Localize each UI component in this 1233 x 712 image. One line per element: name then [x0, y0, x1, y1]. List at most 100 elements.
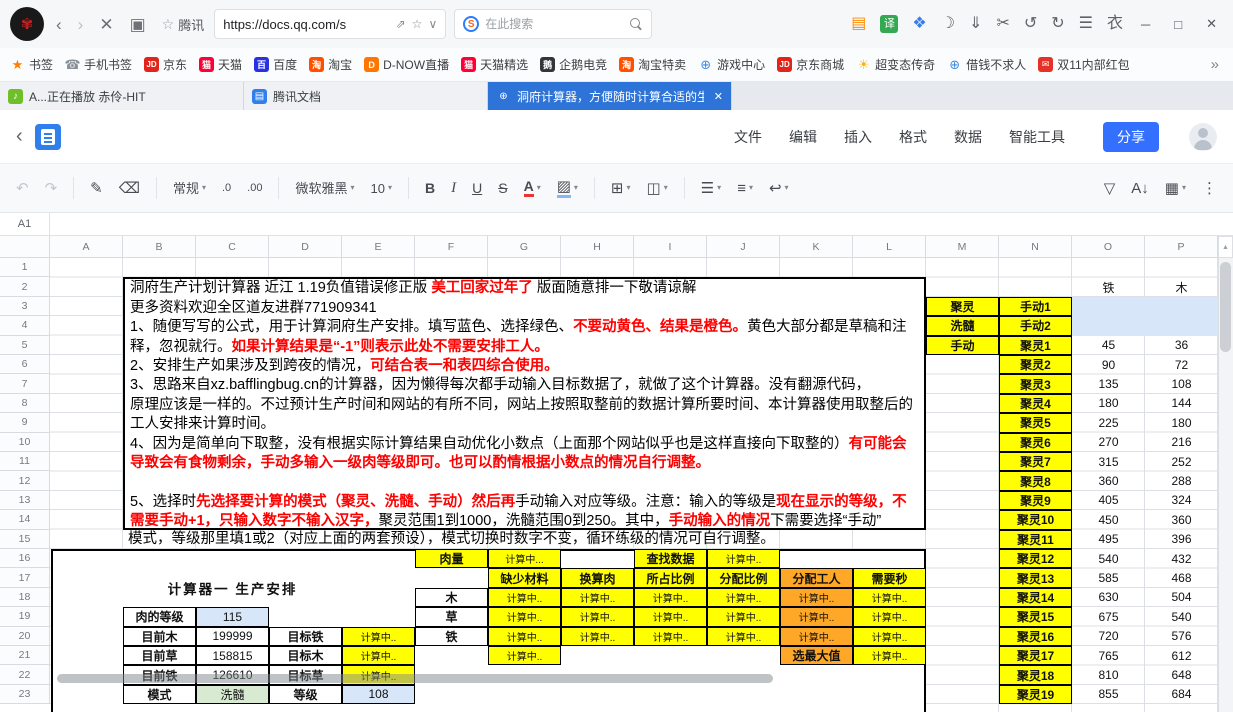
notes-cell[interactable]: 洞府生产计划计算器 近江 1.19负值错误修正版 美工回家过年了 版面随意排一下… [123, 277, 926, 529]
cell-D23[interactable]: 等级 [269, 685, 342, 704]
undo-icon[interactable]: ↶ [16, 181, 29, 196]
font-size-dropdown[interactable]: 10▾ [371, 182, 392, 195]
cell-B17[interactable]: 计算器一 生产安排 [123, 568, 342, 607]
cell-L21[interactable]: 计算中.. [853, 646, 926, 665]
bold-button[interactable]: B [425, 181, 435, 195]
stop-icon[interactable]: ✕ [99, 16, 113, 33]
cell-O2[interactable]: 铁 [1072, 277, 1145, 296]
site-favorite-chip[interactable]: ☆ 腾讯 [162, 15, 205, 34]
lookup-wood-聚灵2[interactable]: 72 [1145, 355, 1218, 374]
decrease-decimal-icon[interactable]: .0 [222, 183, 231, 194]
cell-I17[interactable]: 所占比例 [634, 568, 707, 587]
cell-K18[interactable]: 计算中.. [780, 588, 853, 607]
cell-F18[interactable]: 木 [415, 588, 488, 607]
column-header-K[interactable]: K [780, 236, 853, 258]
lookup-wood-聚灵18[interactable]: 648 [1145, 665, 1218, 684]
lookup-label-聚灵13[interactable]: 聚灵13 [999, 568, 1072, 587]
bookmark-item[interactable]: ⊕游戏中心 [698, 56, 765, 73]
cell-L18[interactable]: 计算中.. [853, 588, 926, 607]
cell-G20[interactable]: 计算中.. [488, 627, 561, 646]
cell-G17[interactable]: 缺少材料 [488, 568, 561, 587]
cell-G18[interactable]: 计算中.. [488, 588, 561, 607]
cell-L20[interactable]: 计算中.. [853, 627, 926, 646]
column-header-I[interactable]: I [634, 236, 707, 258]
cell-G19[interactable]: 计算中.. [488, 607, 561, 626]
row-header-8[interactable]: 8 [0, 394, 50, 413]
lookup-iron-聚灵17[interactable]: 765 [1072, 646, 1145, 665]
lookup-iron-聚灵16[interactable]: 720 [1072, 627, 1145, 646]
column-header-H[interactable]: H [561, 236, 634, 258]
lookup-wood-聚灵9[interactable]: 324 [1145, 491, 1218, 510]
lookup-iron-聚灵2[interactable]: 90 [1072, 355, 1145, 374]
cell-B23[interactable]: 模式 [123, 685, 196, 704]
bookmark-item[interactable]: 淘淘宝特卖 [619, 56, 686, 73]
cell-B21[interactable]: 目前草 [123, 646, 196, 665]
lookup-iron-聚灵3[interactable]: 135 [1072, 374, 1145, 393]
merge-cells-dropdown[interactable]: ◫▾ [647, 181, 668, 196]
cell-F19[interactable]: 草 [415, 607, 488, 626]
redo-icon[interactable]: ↷ [45, 181, 58, 196]
lookup-input-cells[interactable] [1072, 297, 1218, 336]
browser-tab[interactable]: ⊕洞府计算器，方便随时计算合适的生...✕ [488, 82, 732, 110]
column-header-F[interactable]: F [415, 236, 488, 258]
lookup-label-聚灵12[interactable]: 聚灵12 [999, 549, 1072, 568]
tab-close-icon[interactable]: ✕ [714, 90, 723, 103]
lookup-label-聚灵7[interactable]: 聚灵7 [999, 452, 1072, 471]
row-header-2[interactable]: 2 [0, 277, 50, 296]
row-header-20[interactable]: 20 [0, 627, 50, 646]
column-header-J[interactable]: J [707, 236, 780, 258]
italic-button[interactable]: I [451, 181, 456, 196]
cell-I19[interactable]: 计算中.. [634, 607, 707, 626]
cell-H18[interactable]: 计算中.. [561, 588, 634, 607]
lookup-wood-聚灵15[interactable]: 540 [1145, 607, 1218, 626]
bookmark-item[interactable]: ★书签 [10, 56, 53, 73]
url-dropdown-icon[interactable]: ∨ [428, 17, 437, 31]
lookup-label-聚灵2[interactable]: 聚灵2 [999, 355, 1072, 374]
lookup-iron-聚灵11[interactable]: 495 [1072, 530, 1145, 549]
lookup-iron-聚灵15[interactable]: 675 [1072, 607, 1145, 626]
row-header-13[interactable]: 13 [0, 491, 50, 510]
lookup-iron-聚灵12[interactable]: 540 [1072, 549, 1145, 568]
night-mode-icon[interactable]: ☽ [941, 16, 955, 32]
lookup-label-聚灵11[interactable]: 聚灵11 [999, 530, 1072, 549]
search-icon[interactable] [630, 18, 643, 31]
horizontal-scrollbar[interactable] [57, 674, 773, 683]
lookup-label-聚灵19[interactable]: 聚灵19 [999, 685, 1072, 704]
lookup-wood-聚灵16[interactable]: 576 [1145, 627, 1218, 646]
filter-icon[interactable]: ▽ [1104, 181, 1116, 196]
bookmark-item[interactable]: JD京东 [144, 56, 187, 73]
lookup-wood-聚灵7[interactable]: 252 [1145, 452, 1218, 471]
lookup-label-聚灵9[interactable]: 聚灵9 [999, 491, 1072, 510]
cell-L17[interactable]: 需要秒 [853, 568, 926, 587]
cell-B19[interactable]: 肉的等级 [123, 607, 196, 626]
lookup-wood-聚灵6[interactable]: 216 [1145, 433, 1218, 452]
lookup-label-聚灵8[interactable]: 聚灵8 [999, 471, 1072, 490]
borders-dropdown[interactable]: ⊞▾ [611, 181, 631, 196]
cell-C23[interactable]: 洗髓 [196, 685, 269, 704]
search-box[interactable]: S [454, 9, 652, 39]
row-header-5[interactable]: 5 [0, 336, 50, 355]
cell-K20[interactable]: 计算中.. [780, 627, 853, 646]
cell-P2[interactable]: 木 [1145, 277, 1218, 296]
lookup-label-聚灵6[interactable]: 聚灵6 [999, 433, 1072, 452]
lookup-label-聚灵17[interactable]: 聚灵17 [999, 646, 1072, 665]
cell-J16[interactable]: 计算中.. [707, 549, 780, 568]
cell-I18[interactable]: 计算中.. [634, 588, 707, 607]
search-input[interactable] [485, 17, 624, 31]
format-painter-icon[interactable]: ✎ [90, 181, 103, 196]
row-header-1[interactable]: 1 [0, 258, 50, 277]
browser-logo[interactable]: ✾ [10, 7, 44, 41]
feed-icon[interactable]: ▤ [851, 16, 866, 32]
lookup-label-聚灵1[interactable]: 聚灵1 [999, 336, 1072, 355]
back-icon[interactable]: ‹ [56, 16, 62, 33]
lookup-label-手动2[interactable]: 手动2 [999, 316, 1072, 335]
cell-H19[interactable]: 计算中.. [561, 607, 634, 626]
lookup-iron-聚灵14[interactable]: 630 [1072, 588, 1145, 607]
mode-cell-3[interactable]: 手动 [926, 336, 999, 355]
chart-icon[interactable]: ▦▾ [1165, 181, 1186, 196]
bookmark-item[interactable]: 猫天猫精选 [461, 56, 528, 73]
row-header-10[interactable]: 10 [0, 433, 50, 452]
cell-J17[interactable]: 分配比例 [707, 568, 780, 587]
cell-F20[interactable]: 铁 [415, 627, 488, 646]
row-header-18[interactable]: 18 [0, 588, 50, 607]
